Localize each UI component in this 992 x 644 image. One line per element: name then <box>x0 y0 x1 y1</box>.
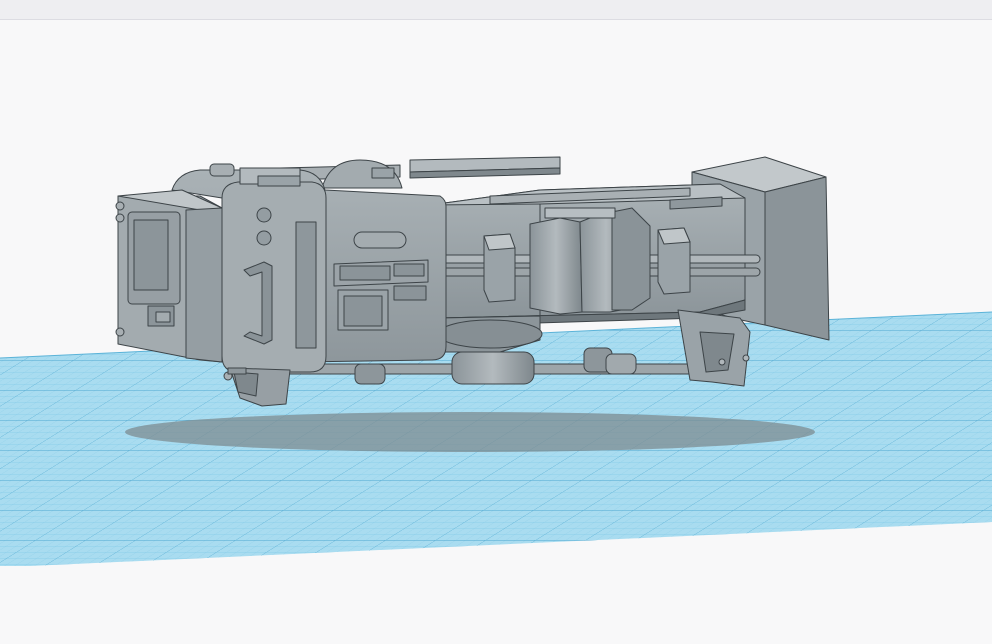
top-toolbar <box>0 0 992 20</box>
3d-viewport[interactable] <box>0 20 992 644</box>
model-shadow <box>125 412 815 452</box>
